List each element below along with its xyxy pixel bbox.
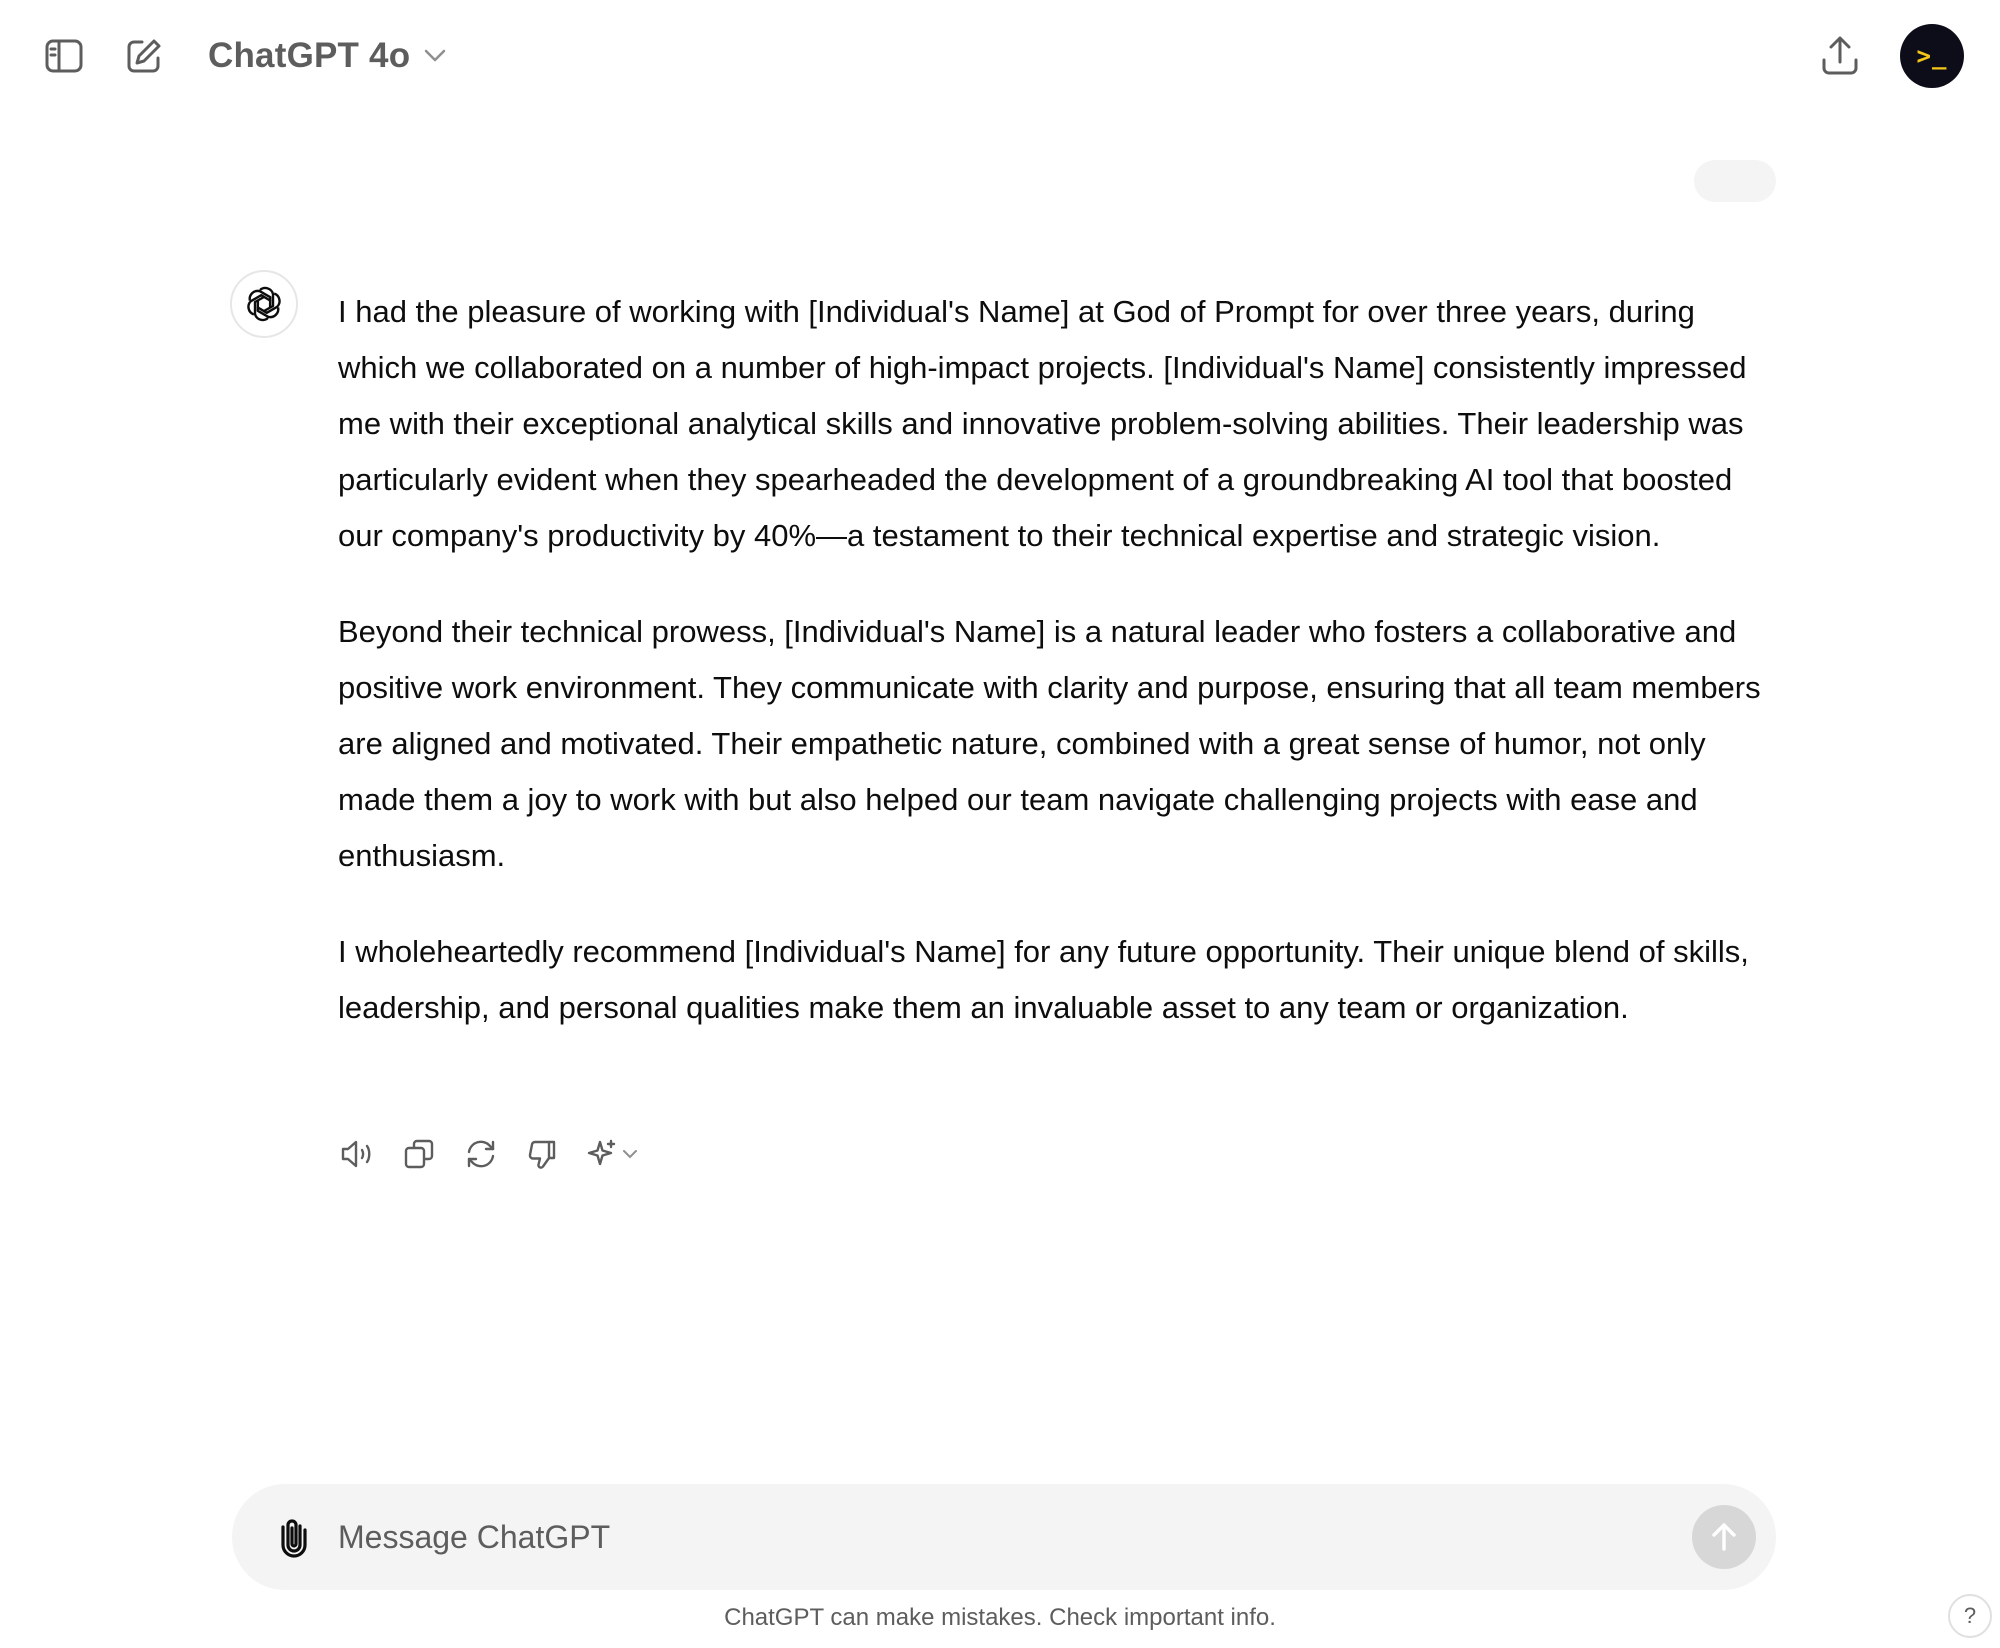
message-composer [232,1484,1776,1590]
sidebar-toggle-button[interactable] [32,24,96,88]
message-input[interactable] [336,1508,1616,1566]
copy-icon [404,1139,434,1169]
message-paragraph: I had the pleasure of working with [Indi… [338,294,1747,553]
regenerate-button[interactable] [458,1131,504,1177]
help-button[interactable]: ? [1948,1594,1992,1638]
message-paragraph: Beyond their technical prowess, [Individ… [338,614,1761,873]
avatar-glyph: >_ [1916,42,1948,70]
disclaimer-text: ChatGPT can make mistakes. Check importa… [724,1604,1276,1631]
message-actions [334,1130,642,1178]
regenerate-icon [467,1140,495,1168]
assistant-avatar [230,270,298,338]
sidebar-toggle-icon [45,39,83,73]
user-avatar[interactable]: >_ [1900,24,1964,88]
model-name: ChatGPT 4o [208,36,411,75]
arrow-up-icon [1712,1523,1736,1551]
chevron-down-icon [425,49,446,62]
read-aloud-button[interactable] [334,1131,380,1177]
share-icon [1822,36,1858,75]
chevron-down-icon [623,1150,637,1159]
openai-logo-icon [247,286,281,322]
thumbs-down-icon [528,1140,556,1169]
read-aloud-icon [341,1140,371,1168]
sparkle-icon [587,1139,616,1166]
paperclip-icon [281,1519,307,1558]
new-chat-icon [127,39,161,73]
attach-button[interactable] [262,1505,326,1569]
user-message-bubble [1694,160,1776,202]
thumbs-down-button[interactable] [520,1131,566,1177]
new-chat-button[interactable] [112,24,176,88]
model-switcher[interactable]: ChatGPT 4o [196,26,458,86]
copy-button[interactable] [396,1131,442,1177]
message-paragraph: I wholeheartedly recommend [Individual's… [338,934,1749,1025]
share-button[interactable] [1808,24,1872,88]
top-bar: ChatGPT 4o >_ [0,0,2000,112]
send-button[interactable] [1692,1505,1756,1569]
switch-model-button[interactable] [582,1131,642,1177]
assistant-message: I had the pleasure of working with [Indi… [338,284,1778,1036]
